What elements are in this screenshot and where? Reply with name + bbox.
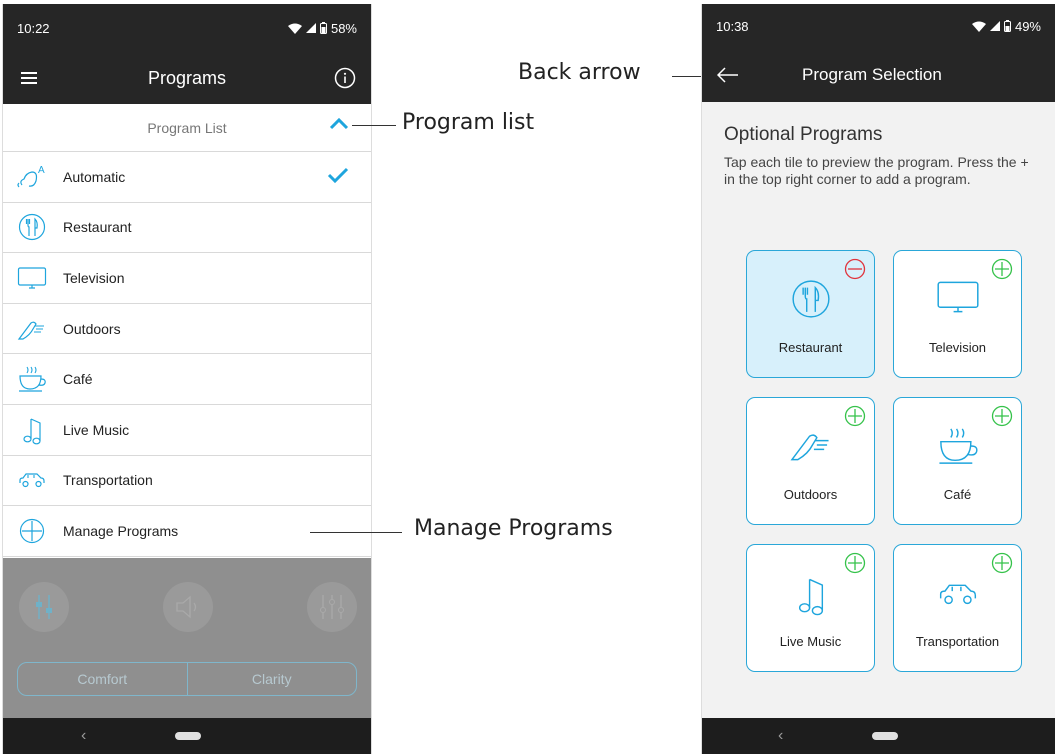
program-label: Restaurant	[63, 219, 132, 236]
status-bar: 10:38 49%	[702, 4, 1055, 48]
program-label: Automatic	[63, 168, 126, 185]
callout-program-list: Program list	[402, 110, 535, 135]
programs-screen: 10:22 58% Programs Program List A Automa…	[2, 4, 372, 754]
fork-knife-icon	[747, 279, 874, 319]
status-indicators: 58%	[287, 20, 357, 36]
tv-icon	[894, 279, 1021, 315]
system-nav-bar: ‹	[702, 718, 1055, 754]
program-item-automatic[interactable]: A Automatic	[3, 152, 371, 203]
sliders-icon	[307, 582, 357, 632]
segment-clarity: Clarity	[251, 671, 292, 687]
tile-restaurant[interactable]: Restaurant	[746, 250, 875, 378]
battery-percent: 58%	[330, 20, 357, 36]
callout-line-program-list	[352, 125, 396, 126]
page-title: Program Selection	[802, 65, 942, 84]
wifi-icon	[287, 23, 302, 34]
plus-circle-icon	[17, 516, 47, 546]
tile-label: Television	[928, 340, 987, 355]
program-item-live-music[interactable]: Live Music	[3, 405, 371, 456]
music-note-icon	[747, 573, 874, 617]
system-nav-bar: ‹	[3, 718, 371, 754]
add-program-icon[interactable]	[991, 552, 1013, 579]
program-item-restaurant[interactable]: Restaurant	[3, 203, 371, 254]
status-time: 10:38	[716, 18, 749, 34]
callout-back-arrow: Back arrow	[518, 60, 641, 85]
checkmark-icon	[327, 166, 349, 189]
battery-icon	[319, 22, 327, 34]
info-icon[interactable]	[333, 66, 357, 90]
music-note-icon	[17, 415, 47, 445]
tile-transportation[interactable]: Transportation	[893, 544, 1022, 672]
car-icon	[17, 465, 47, 495]
program-label: Café	[63, 371, 93, 388]
home-pill[interactable]	[872, 732, 898, 740]
system-back-button[interactable]: ‹	[778, 727, 783, 745]
program-list: A Automatic Restaurant Television Outdoo…	[3, 152, 371, 557]
coffee-cup-icon	[894, 426, 1021, 466]
signal-icon	[989, 21, 1000, 31]
tile-label: Restaurant	[778, 340, 843, 355]
battery-icon	[1003, 20, 1011, 32]
menu-icon[interactable]	[17, 66, 41, 90]
coffee-cup-icon	[17, 364, 47, 394]
app-bar: Programs	[3, 52, 371, 104]
page-title: Programs	[147, 67, 227, 88]
program-item-outdoors[interactable]: Outdoors	[3, 304, 371, 355]
program-list-header[interactable]: Program List	[3, 104, 371, 152]
sound-mode-toggle: Comfort Clarity	[17, 662, 357, 696]
app-bar: Program Selection	[702, 48, 1055, 102]
back-arrow-icon[interactable]	[716, 63, 740, 87]
system-back-button[interactable]: ‹	[81, 727, 86, 745]
battery-percent: 49%	[1014, 18, 1041, 34]
program-label: Transportation	[63, 472, 153, 489]
tile-cafe[interactable]: Café	[893, 397, 1022, 525]
tile-outdoors[interactable]: Outdoors	[746, 397, 875, 525]
equalizer-icon	[19, 582, 69, 632]
fork-knife-icon	[17, 212, 47, 242]
tile-label: Transportation	[915, 634, 1000, 649]
signal-icon	[305, 23, 316, 33]
program-selection-screen: 10:38 49% Program Selection Optional Pro…	[701, 4, 1055, 754]
program-item-television[interactable]: Television	[3, 253, 371, 304]
shoe-icon	[17, 314, 47, 344]
status-time: 10:22	[17, 20, 50, 36]
shoe-icon	[747, 426, 874, 464]
car-icon	[894, 581, 1021, 607]
svg-text:A: A	[38, 165, 45, 176]
program-label: Outdoors	[63, 320, 121, 337]
program-list-title: Program List	[147, 119, 227, 136]
home-pill[interactable]	[175, 732, 201, 740]
tile-label: Outdoors	[783, 487, 838, 502]
status-bar: 10:22 58%	[3, 4, 371, 52]
callout-manage-programs: Manage Programs	[414, 516, 613, 541]
tile-label: Live Music	[779, 634, 842, 649]
instructions-text: Tap each tile to preview the program. Pr…	[724, 154, 1029, 187]
program-label: Television	[63, 269, 125, 286]
tile-television[interactable]: Television	[893, 250, 1022, 378]
volume-icon	[163, 582, 213, 632]
tile-live-music[interactable]: Live Music	[746, 544, 875, 672]
wifi-icon	[971, 21, 986, 32]
automatic-ear-icon: A	[17, 162, 47, 192]
program-item-cafe[interactable]: Café	[3, 354, 371, 405]
tv-icon	[17, 263, 47, 293]
chevron-up-icon[interactable]	[329, 116, 349, 133]
callout-line-manage-programs	[310, 532, 402, 533]
program-label: Manage Programs	[63, 522, 179, 539]
status-indicators: 49%	[971, 18, 1041, 34]
program-label: Live Music	[63, 421, 130, 438]
segment-comfort: Comfort	[18, 663, 188, 695]
optional-programs-heading: Optional Programs	[724, 124, 883, 145]
program-item-transportation[interactable]: Transportation	[3, 456, 371, 507]
dimmed-controls-overlay: Comfort Clarity	[3, 558, 371, 718]
tile-label: Café	[943, 487, 972, 502]
